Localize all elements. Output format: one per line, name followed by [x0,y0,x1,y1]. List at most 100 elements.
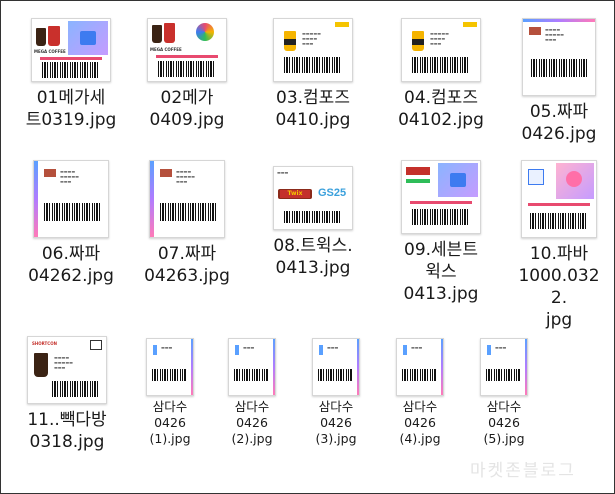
file-item-01[interactable]: MEGA COFFEE 01메가세 트0319.jpg [20,18,122,131]
file-name: 01메가세 트0319.jpg [25,88,117,130]
compose-badge [335,22,349,27]
water-bottle-image [235,345,239,355]
file-item-08[interactable]: ▬▬▬ Twix GS25 08.트윅스. 0413.jpg [262,160,364,279]
thumbnail-coupon: ▬▬▬ [312,338,360,396]
barcode [160,203,216,221]
file-name: 삼다수 0426 (1).jpg [149,399,191,446]
water-bottle-image [403,345,407,355]
coupon-text: ▬▬▬▬▬▬▬▬▬▬▬▬ [60,169,79,184]
water-bottle-image [487,345,491,355]
thumbnail-coupon: ▬▬▬ [480,338,528,396]
compose-badge [463,22,477,27]
file-name: 삼다수 0426 (5).jpg [483,399,525,446]
file-item-10[interactable]: 10.파바 1000.0322. jpg [518,160,600,331]
file-name: 09.세븐트 윅스 0413.jpg [403,240,479,304]
coffee-cup-image [284,31,296,51]
barcode [412,57,470,73]
thumbnail-coupon [401,160,481,234]
barcode [52,381,98,397]
promo-strip [528,203,590,206]
thumbnail-coupon: MEGA COFFEE [147,18,227,82]
file-name: 04.컴포즈 04102.jpg [398,88,484,130]
gift-box-image [438,163,478,197]
paris-baguette-logo [528,169,544,185]
promo-strip [156,55,218,58]
thumbnail-coupon: ▬▬▬ Twix GS25 [273,166,353,230]
coffee-cup-image [34,353,48,377]
file-item-16[interactable]: ▬▬▬ 삼다수 0426 (5).jpg [472,338,536,447]
thumbnail-coupon: MEGA COFFEE [31,18,111,82]
file-name: 삼다수 0426 (2).jpg [231,399,273,446]
file-name: 07.짜파 04263.jpg [144,244,230,286]
gs25-logo: GS25 [318,187,347,199]
file-name: 05.짜파 0426.jpg [521,102,597,144]
thumbnail-coupon: ▬▬▬▬▬▬▬▬▬▬▬▬ [273,18,353,82]
water-bottle-image [153,345,157,355]
brand-label: MEGA COFFEE [34,49,66,54]
thumbnail-coupon: ▬▬▬ [146,338,194,396]
file-item-04[interactable]: ▬▬▬▬▬ ▬▬▬▬ ▬▬▬ 04.컴포즈 04102.jpg [390,18,492,131]
thumbnail-coupon: SHORTCON ▬▬▬▬ ▬▬▬▬▬ ▬▬▬ [27,336,107,404]
file-item-12[interactable]: ▬▬▬ 삼다수 0426 (1).jpg [138,338,202,447]
file-name: 06.짜파 04262.jpg [28,244,114,286]
coupon-text: ▬▬▬▬▬▬▬▬▬▬▬▬ [430,31,449,46]
logo-icon [196,23,214,41]
coupon-text: ▬▬▬ [327,345,339,350]
thumbnail-coupon: ▬▬▬▬▬▬▬▬▬▬▬▬ [522,18,596,96]
file-item-11[interactable]: SHORTCON ▬▬▬▬ ▬▬▬▬▬ ▬▬▬ 11..빽다방 0318.jpg [16,336,118,453]
file-item-09[interactable]: 09.세븐트 윅스 0413.jpg [390,160,492,305]
barcode [531,59,587,77]
barcode [284,211,342,223]
file-name: 삼다수 0426 (4).jpg [399,399,441,446]
file-name: 03.컴포즈 0410.jpg [275,88,351,130]
file-name: 11..빽다방 0318.jpg [27,410,107,452]
thumbnail-coupon: ▬▬▬ [228,338,276,396]
barcode [486,369,520,381]
barcode [402,369,436,381]
coupon-text: ▬▬▬▬▬▬▬▬▬▬▬▬ [302,31,321,46]
coupon-text: ▬▬▬▬▬▬▬▬▬▬▬▬ [54,355,73,370]
file-name: 삼다수 0426 (3).jpg [315,399,357,446]
coffee-cup-image [152,25,162,43]
file-name: 08.트윅스. 0413.jpg [273,236,353,278]
thumbnail-coupon: ▬▬▬▬▬▬▬▬▬▬▬▬ [401,18,481,82]
barcode [152,369,186,381]
coffee-cup-image [412,31,424,51]
flower-gift-image [556,163,594,199]
barcode [44,203,100,221]
seven-eleven-logo [406,179,430,183]
barcode [530,213,588,229]
coupon-text: ▬▬▬ [277,170,289,175]
barcode [284,57,342,73]
file-item-15[interactable]: ▬▬▬ 삼다수 0426 (4).jpg [388,338,452,447]
barcode [42,62,100,78]
coupon-text: ▬▬▬▬▬▬▬▬▬▬▬▬ [176,169,195,184]
promo-strip [410,201,472,204]
thumbnail-coupon: ▬▬▬ [396,338,444,396]
file-item-03[interactable]: ▬▬▬▬▬ ▬▬▬▬ ▬▬▬ 03.컴포즈 0410.jpg [262,18,364,131]
coupon-text: ▬▬▬ [411,345,423,350]
barcode [412,209,470,225]
water-bottle-image [319,345,323,355]
brand-label: MEGA COFFEE [150,47,182,52]
paik-logo [90,340,102,350]
file-item-02[interactable]: MEGA COFFEE 02메가 0409.jpg [136,18,238,131]
shortcon-logo: SHORTCON [32,341,57,346]
thumbnail-coupon: ▬▬▬▬▬▬▬▬▬▬▬▬ [33,160,109,238]
thumbnail-coupon: ▬▬▬▬▬▬▬▬▬▬▬▬ [149,160,225,238]
thumbnail-coupon [521,160,597,238]
file-item-06[interactable]: ▬▬▬▬ ▬▬▬▬▬ ▬▬▬ 06.짜파 04262.jpg [20,160,122,287]
twix-bar-image [406,167,430,175]
file-name: 02메가 0409.jpg [149,88,225,130]
file-item-14[interactable]: ▬▬▬ 삼다수 0426 (3).jpg [304,338,368,447]
product-image [529,27,541,35]
file-item-07[interactable]: ▬▬▬▬ ▬▬▬▬▬ ▬▬▬ 07.짜파 04263.jpg [136,160,238,287]
coupon-text: ▬▬▬ [161,345,173,350]
file-item-13[interactable]: ▬▬▬ 삼다수 0426 (2).jpg [220,338,284,447]
gift-box-image [68,21,108,55]
coupon-text: ▬▬▬▬▬▬▬▬▬▬▬▬ [545,27,564,42]
file-name: 10.파바 1000.0322. jpg [518,244,600,330]
barcode [234,369,268,381]
file-item-05[interactable]: ▬▬▬▬ ▬▬▬▬▬ ▬▬▬ 05.짜파 0426.jpg [518,18,600,145]
product-image [44,169,56,177]
